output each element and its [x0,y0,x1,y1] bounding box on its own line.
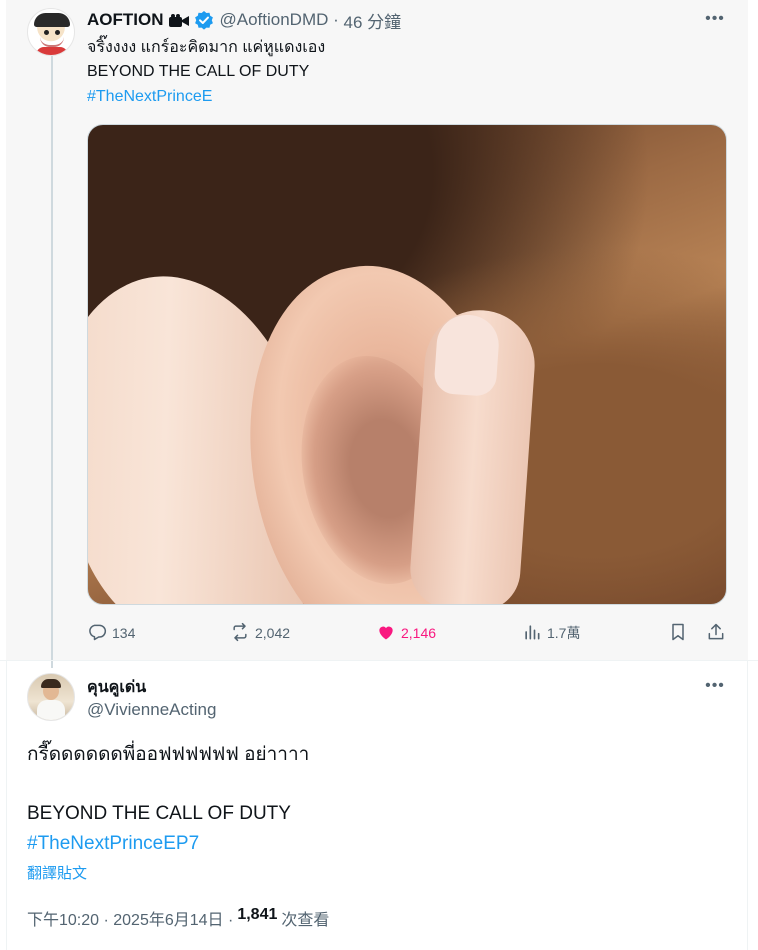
views-button[interactable]: 1.7萬 [522,619,580,647]
tweet-timestamp[interactable]: 下午10:20 · 2025年6月14日 · [27,906,233,930]
verified-badge-icon[interactable] [194,10,214,30]
photo-nail-shape [433,312,501,398]
reply-icon [87,622,112,645]
thread-connector-line [51,56,53,668]
tweet-metadata: 下午10:20 · 2025年6月14日 · 1,841 次查看 [27,906,329,930]
repost-icon [230,622,255,645]
more-options-button[interactable]: ••• [704,675,726,697]
author-name[interactable]: คุนคูเด่น [87,675,146,700]
share-icon [706,622,731,645]
bookmark-button[interactable] [668,619,693,647]
tweet-text-line: BEYOND THE CALL OF DUTY [27,803,291,824]
more-options-button[interactable]: ••• [704,8,726,30]
views-count: 1,841 [237,906,278,923]
reply-count: 134 [112,625,136,641]
author-handle[interactable]: @VivienneActing [87,700,216,720]
translate-post-link[interactable]: 翻譯貼文 [27,862,87,883]
tweet-action-bar: 134 2,042 2,146 1.7萬 [87,619,727,647]
tweet-text-line: กรี๊ดดดดดดพี่ออฟฟฟฟฟฟ อย่าาาา [27,744,310,765]
avatar[interactable] [27,8,75,56]
tweet-text-line: จริ๊งงงง แกร์อะคิดมาก แค่หูแดงเอง [87,39,326,56]
tweet-divider [0,660,758,661]
author-handle[interactable]: @AoftionDMD [220,10,329,30]
camera-icon [168,13,189,27]
tweet-time[interactable]: 46 分鐘 [344,8,402,33]
bookmark-icon [668,622,693,645]
hashtag-link[interactable]: #TheNextPrinceE [87,86,212,108]
repost-count: 2,042 [255,625,291,641]
column-border-left [6,660,7,950]
like-icon [376,622,401,645]
tweet-photo[interactable] [87,124,727,605]
share-button[interactable] [706,619,731,647]
like-button[interactable]: 2,146 [376,619,436,647]
reply-button[interactable]: 134 [87,619,135,647]
repost-button[interactable]: 2,042 [230,619,290,647]
author-name[interactable]: AOFTION [87,10,164,30]
avatar[interactable] [27,673,75,721]
views-label: 次查看 [281,912,330,929]
tweet-text-line: BEYOND THE CALL OF DUTY [87,63,310,80]
views-icon [522,622,547,645]
like-count: 2,146 [401,625,437,641]
hashtag-link[interactable]: #TheNextPrinceEP7 [27,831,199,857]
tweet-header: AOFTION @AoftionDMD · 46 分鐘 [87,8,402,33]
column-border-right [747,660,748,950]
views-count: 1.7萬 [547,625,581,641]
